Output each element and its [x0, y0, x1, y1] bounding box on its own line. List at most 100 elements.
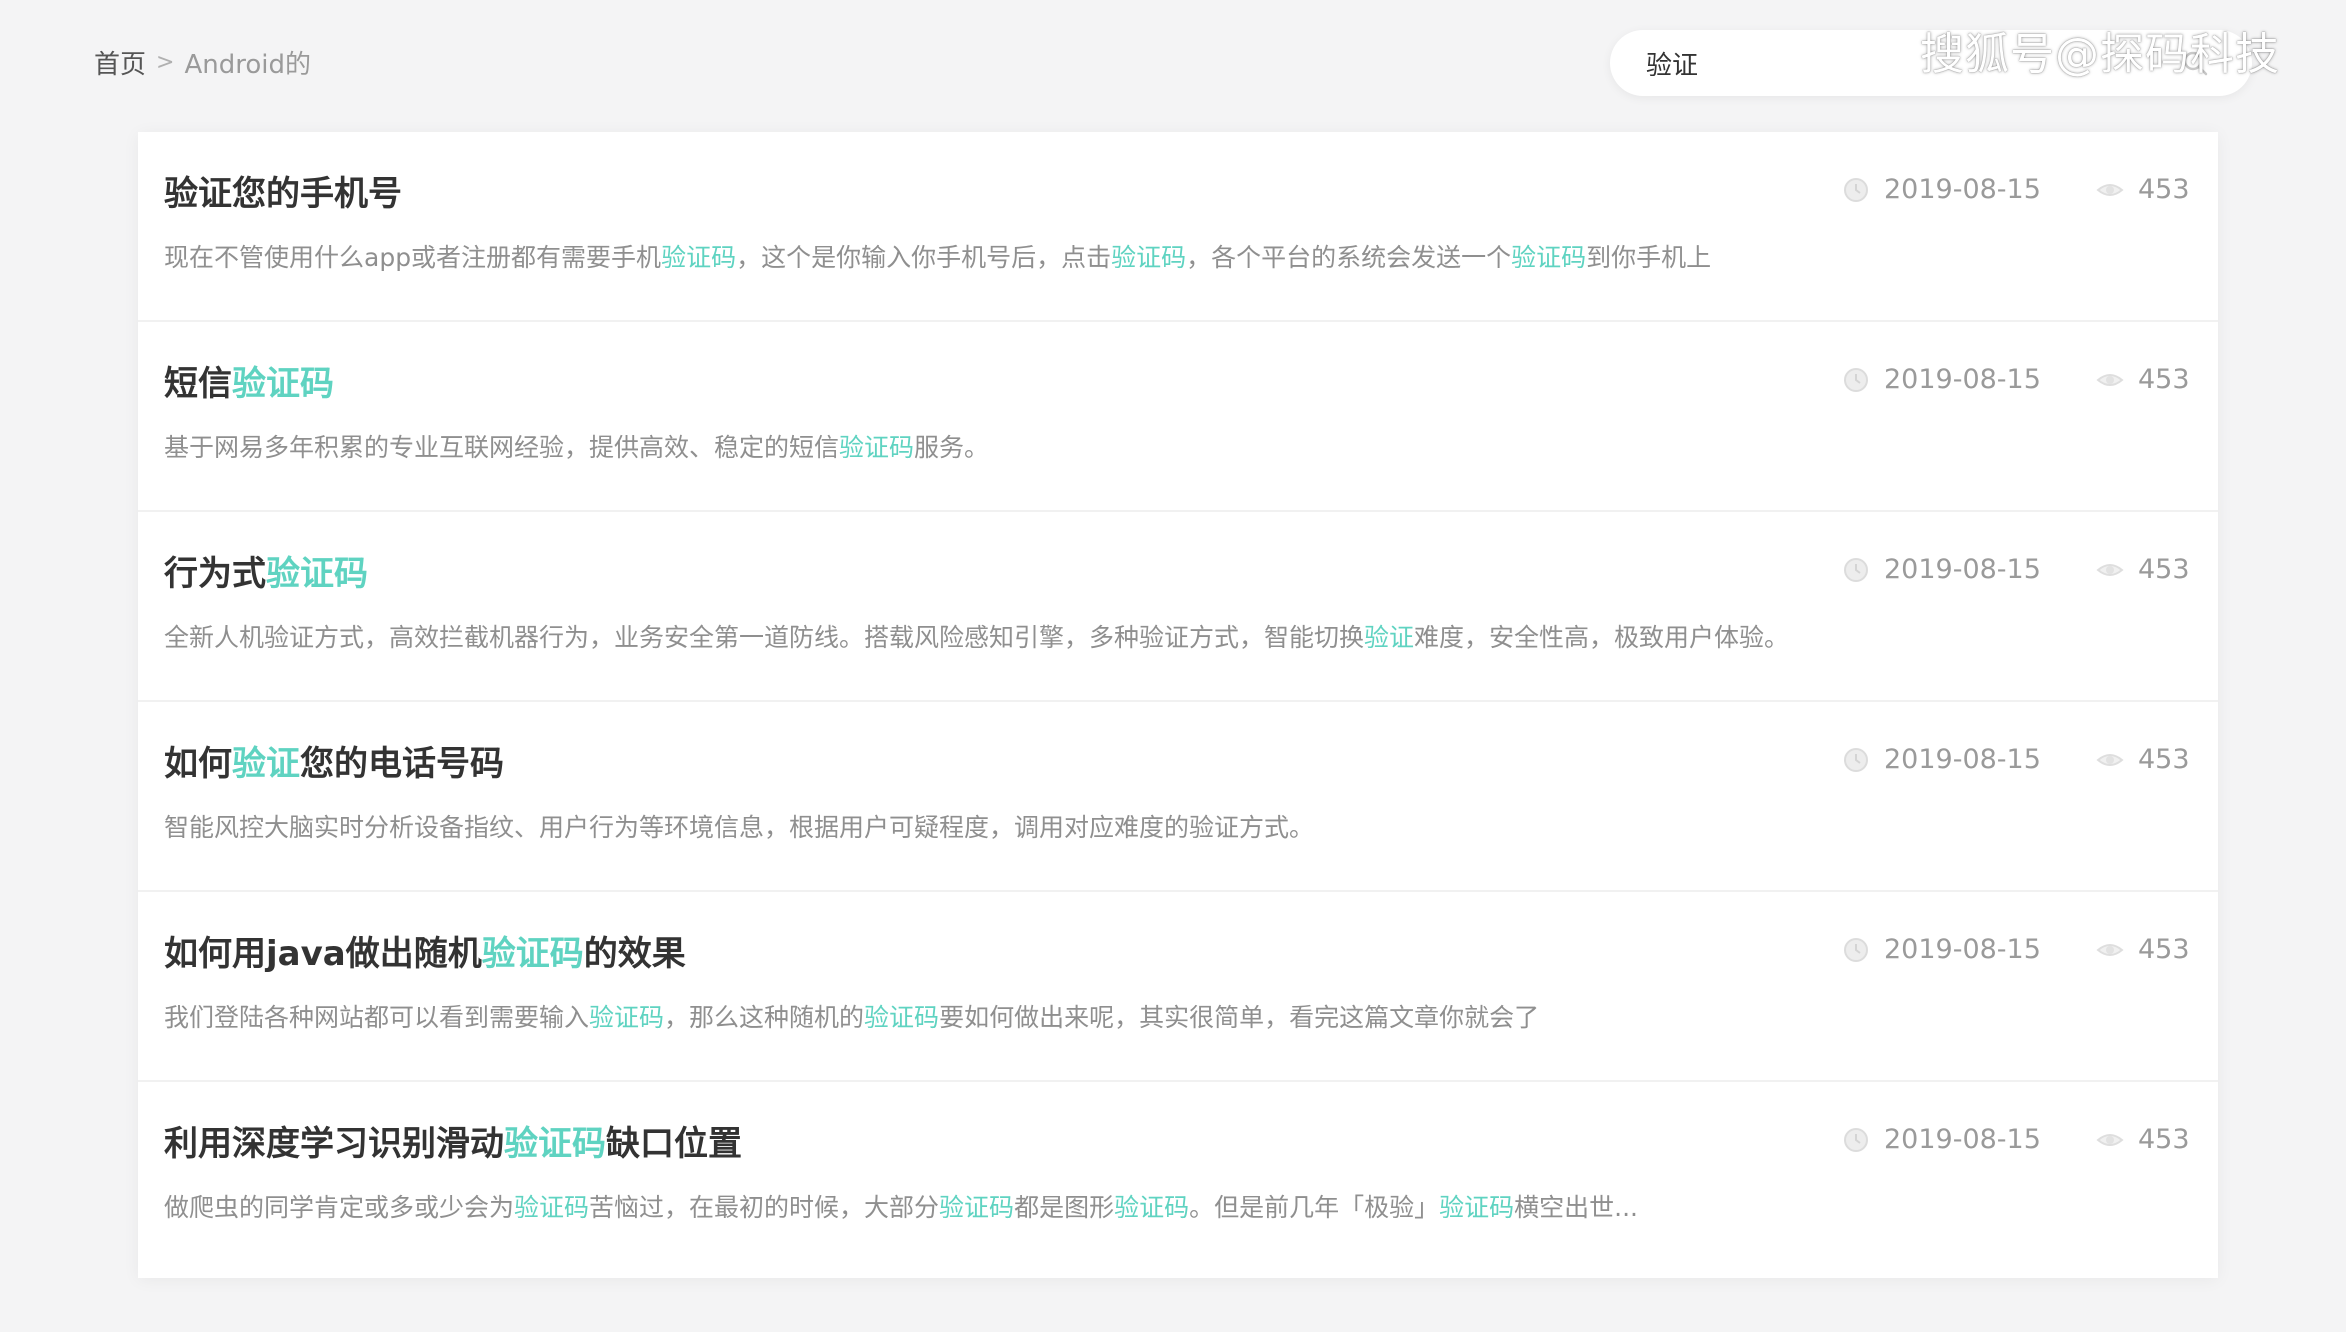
- result-summary-text: 现在不管使用什么app或者注册都有需要手机: [164, 243, 662, 272]
- clock-icon: [1844, 367, 1868, 392]
- result-item[interactable]: 利用深度学习识别滑动验证码缺口位置 做爬虫的同学肯定或多或少会为验证码苦恼过，在最…: [138, 1082, 2218, 1272]
- clock-icon: [1844, 747, 1868, 772]
- result-title-link[interactable]: 短信验证码: [164, 356, 334, 405]
- result-item[interactable]: 行为式验证码全新人机验证方式，高效拦截机器行为，业务安全第一道防线。搭载风险感知…: [138, 512, 2218, 702]
- result-date-text: 2019-08-15: [1884, 744, 2041, 775]
- result-date-text: 2019-08-15: [1884, 1124, 2041, 1155]
- result-title-link[interactable]: 利用深度学习识别滑动验证码缺口位置: [164, 1116, 742, 1165]
- result-summary-highlight: 验证码: [1111, 243, 1187, 272]
- result-views: 453: [2096, 1124, 2190, 1155]
- result-views-count: 453: [2138, 934, 2190, 965]
- result-summary-text: 都是图形: [1014, 1193, 1115, 1222]
- result-summary-text: 要如何做出来呢，其实很简单，看完这篇文章你就会了: [939, 1003, 1540, 1032]
- result-summary-text: ，这个是你输入你手机号后，点击: [736, 243, 1112, 272]
- result-views-count: 453: [2138, 1124, 2190, 1155]
- result-date-text: 2019-08-15: [1884, 554, 2041, 585]
- result-title-link[interactable]: 如何用java做出随机验证码的效果: [164, 926, 686, 975]
- result-views: 453: [2096, 364, 2190, 395]
- search-results-page: 首页 > Android的 搜狐号@探码科技 验证您的手机号现在不管使用什么ap…: [0, 0, 2346, 1332]
- result-title-text: 如何用java做出随机: [164, 934, 482, 974]
- result-title-highlight: 验证: [232, 744, 300, 784]
- result-summary-text: 。但是前几年「极验」: [1189, 1193, 1440, 1222]
- breadcrumb-separator: >: [156, 50, 175, 75]
- result-title-text: 的效果: [583, 934, 686, 974]
- result-summary-highlight: 验证码: [864, 1003, 940, 1032]
- eye-icon: [2096, 753, 2124, 766]
- result-views-count: 453: [2138, 744, 2190, 775]
- result-item[interactable]: 如何验证您的电话号码智能风控大脑实时分析设备指纹、用户行为等环境信息，根据用户可…: [138, 702, 2218, 892]
- result-summary-text: 服务。: [914, 433, 990, 462]
- eye-icon: [2096, 373, 2124, 386]
- clock-icon: [1844, 937, 1868, 962]
- result-summary-highlight: 验证码: [514, 1193, 590, 1222]
- eye-icon: [2096, 183, 2124, 196]
- result-views: 453: [2096, 174, 2190, 205]
- result-views: 453: [2096, 934, 2190, 965]
- result-summary-highlight: 验证码: [839, 433, 915, 462]
- result-item[interactable]: 如何用java做出随机验证码的效果 我们登陆各种网站都可以看到需要输入验证码，那么…: [138, 892, 2218, 1082]
- result-summary-highlight: 验证码: [1511, 243, 1587, 272]
- result-summary: 我们登陆各种网站都可以看到需要输入验证码，那么这种随机的验证码要如何做出来呢，其…: [164, 998, 1539, 1034]
- result-date: 2019-08-15: [1842, 1124, 2041, 1155]
- result-views-count: 453: [2138, 364, 2190, 395]
- result-date: 2019-08-15: [1842, 744, 2041, 775]
- result-title-link[interactable]: 如何验证您的电话号码: [164, 736, 504, 785]
- result-views-count: 453: [2138, 174, 2190, 205]
- watermark-text: 搜狐号@探码科技: [1920, 29, 2280, 80]
- result-date-text: 2019-08-15: [1884, 174, 2041, 205]
- result-summary-text: 我们登陆各种网站都可以看到需要输入: [164, 1003, 590, 1032]
- result-summary-highlight: 验证码: [589, 1003, 665, 1032]
- result-date: 2019-08-15: [1842, 174, 2041, 205]
- result-summary-text: 智能风控大脑实时分析设备指纹、用户行为等环境信息，根据用户可疑程度，调用对应难度…: [164, 813, 1315, 842]
- result-summary-text: 全新人机验证方式，高效拦截机器行为，业务安全第一道防线。搭载风险感知引擎，多种验…: [164, 623, 1365, 652]
- breadcrumb-current: Android的: [184, 50, 311, 80]
- result-title-highlight: 验证码: [481, 934, 584, 974]
- result-title-highlight: 验证码: [504, 1124, 606, 1164]
- breadcrumb-home-link[interactable]: 首页: [94, 44, 146, 81]
- result-title-highlight: 验证码: [266, 554, 368, 594]
- result-summary-text: ，各个平台的系统会发送一个: [1186, 243, 1512, 272]
- result-summary-text: 到你手机上: [1586, 243, 1712, 272]
- result-title-link[interactable]: 行为式验证码: [164, 546, 368, 595]
- result-title-text: 您的电话号码: [300, 744, 504, 784]
- result-title-text: 短信: [164, 364, 232, 404]
- result-item[interactable]: 验证您的手机号 现在不管使用什么app或者注册都有需要手机验证码，这个是你输入你手…: [138, 132, 2218, 322]
- clock-icon: [1844, 177, 1868, 202]
- result-summary-text: 横空出世...: [1514, 1193, 1638, 1222]
- result-date-text: 2019-08-15: [1884, 934, 2041, 965]
- result-summary: 做爬虫的同学肯定或多或少会为验证码苦恼过，在最初的时候，大部分验证码都是图形验证…: [164, 1188, 1638, 1224]
- result-title-text: 缺口位置: [606, 1124, 742, 1164]
- result-summary-text: 难度，安全性高，极致用户体验。: [1414, 623, 1790, 652]
- result-date: 2019-08-15: [1842, 934, 2041, 965]
- result-views: 453: [2096, 744, 2190, 775]
- result-summary-text: 做爬虫的同学肯定或多或少会为: [164, 1193, 515, 1222]
- results-list: 验证您的手机号 现在不管使用什么app或者注册都有需要手机验证码，这个是你输入你手…: [138, 132, 2218, 1278]
- result-summary-highlight: 验证码: [661, 243, 737, 272]
- result-item[interactable]: 短信验证码 基于网易多年积累的专业互联网经验，提供高效、稳定的短信验证码服务。 20…: [138, 322, 2218, 512]
- result-summary-text: 基于网易多年积累的专业互联网经验，提供高效、稳定的短信: [164, 433, 840, 462]
- result-title-text: 行为式: [164, 554, 266, 594]
- result-title-text: 如何: [164, 744, 232, 784]
- result-summary: 智能风控大脑实时分析设备指纹、用户行为等环境信息，根据用户可疑程度，调用对应难度…: [164, 808, 1314, 844]
- eye-icon: [2096, 563, 2124, 576]
- result-views-count: 453: [2138, 554, 2190, 585]
- result-title-highlight: 验证码: [232, 364, 334, 404]
- result-summary: 全新人机验证方式，高效拦截机器行为，业务安全第一道防线。搭载风险感知引擎，多种验…: [164, 618, 1789, 654]
- result-summary-highlight: 验证码: [939, 1193, 1015, 1222]
- result-title-text: 验证您的手机号: [164, 174, 402, 214]
- clock-icon: [1844, 1127, 1868, 1152]
- result-title-link[interactable]: 验证您的手机号: [164, 166, 402, 215]
- result-summary: 现在不管使用什么app或者注册都有需要手机验证码，这个是你输入你手机号后，点击验…: [164, 238, 1711, 274]
- clock-icon: [1844, 557, 1868, 582]
- result-summary-highlight: 验证: [1364, 623, 1415, 652]
- result-title-text: 利用深度学习识别滑动: [164, 1124, 504, 1164]
- result-views: 453: [2096, 554, 2190, 585]
- result-summary-text: ，那么这种随机的: [664, 1003, 865, 1032]
- result-date-text: 2019-08-15: [1884, 364, 2041, 395]
- result-summary: 基于网易多年积累的专业互联网经验，提供高效、稳定的短信验证码服务。: [164, 428, 989, 464]
- result-date: 2019-08-15: [1842, 554, 2041, 585]
- result-date: 2019-08-15: [1842, 364, 2041, 395]
- result-summary-text: 苦恼过，在最初的时候，大部分: [589, 1193, 940, 1222]
- eye-icon: [2096, 1133, 2124, 1146]
- result-summary-highlight: 验证码: [1439, 1193, 1515, 1222]
